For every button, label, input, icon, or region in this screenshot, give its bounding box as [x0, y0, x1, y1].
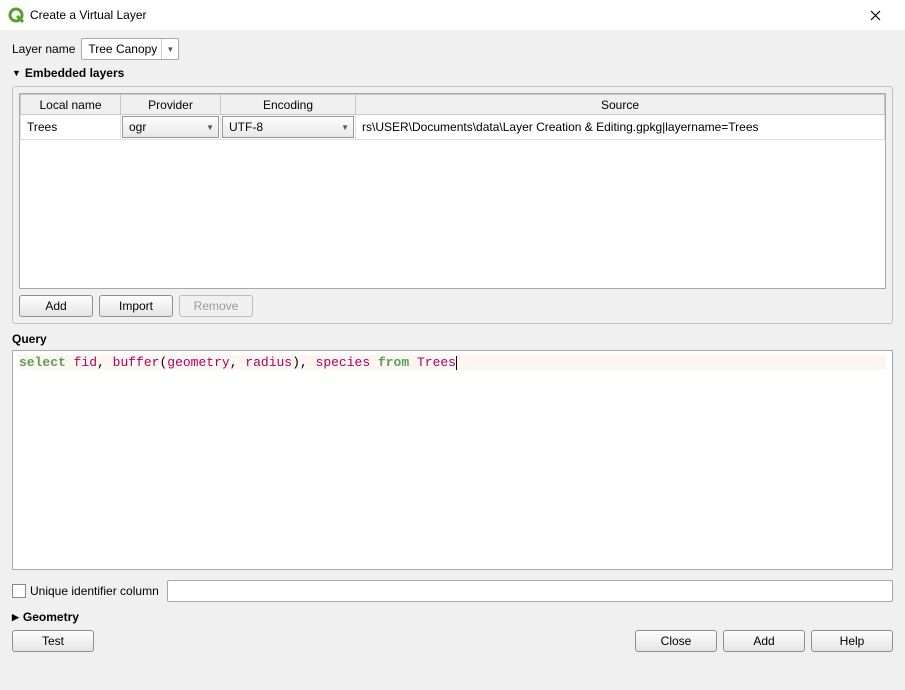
- table-header-row: Local name Provider Encoding Source: [21, 95, 885, 115]
- query-line: select fid, buffer(geometry, radius), sp…: [19, 355, 886, 370]
- query-label: Query: [12, 332, 893, 346]
- title-bar: Create a Virtual Layer: [0, 0, 905, 30]
- close-icon: [870, 10, 881, 21]
- query-editor[interactable]: select fid, buffer(geometry, radius), sp…: [12, 350, 893, 570]
- uid-label: Unique identifier column: [30, 584, 159, 598]
- test-button[interactable]: Test: [12, 630, 94, 652]
- embedded-layers-table-wrap: Local name Provider Encoding Source Tree…: [19, 93, 886, 289]
- col-local-name[interactable]: Local name: [21, 95, 121, 115]
- cell-encoding-combo[interactable]: UTF-8 ▼: [222, 116, 354, 138]
- uid-checkbox[interactable]: [12, 584, 26, 598]
- embedded-layers-header[interactable]: ▼ Embedded layers: [12, 66, 893, 80]
- dialog-buttons: Test Close Add Help: [12, 630, 893, 652]
- help-button[interactable]: Help: [811, 630, 893, 652]
- cell-provider-combo[interactable]: ogr ▼: [122, 116, 219, 138]
- geometry-header[interactable]: ▶ Geometry: [12, 610, 893, 624]
- layer-name-value: Tree Canopy: [88, 42, 157, 56]
- geometry-title: Geometry: [23, 610, 79, 624]
- col-source[interactable]: Source: [356, 95, 885, 115]
- cell-source[interactable]: rs\USER\Documents\data\Layer Creation & …: [356, 118, 884, 136]
- uid-row: Unique identifier column: [12, 580, 893, 602]
- remove-button: Remove: [179, 295, 253, 317]
- dialog-content: Layer name Tree Canopy ▼ ▼ Embedded laye…: [0, 30, 905, 664]
- cell-local-name[interactable]: Trees: [21, 118, 120, 136]
- embedded-layers-table: Local name Provider Encoding Source Tree…: [20, 94, 885, 140]
- col-provider[interactable]: Provider: [121, 95, 221, 115]
- triangle-down-icon: ▼: [12, 68, 21, 78]
- layer-name-combo[interactable]: Tree Canopy ▼: [81, 38, 179, 60]
- window-title: Create a Virtual Layer: [30, 8, 853, 22]
- chevron-down-icon: ▼: [161, 39, 174, 59]
- table-row[interactable]: Trees ogr ▼ UTF-8 ▼ rs\USER\Documents\data…: [21, 115, 885, 140]
- close-button[interactable]: [853, 0, 897, 30]
- uid-input[interactable]: [167, 580, 893, 602]
- qgis-icon: [8, 7, 24, 23]
- embedded-layers-group: Local name Provider Encoding Source Tree…: [12, 86, 893, 324]
- layer-name-row: Layer name Tree Canopy ▼: [12, 38, 893, 60]
- embedded-buttons: Add Import Remove: [19, 295, 886, 317]
- cell-encoding-value: UTF-8: [229, 120, 263, 134]
- cell-provider-value: ogr: [129, 120, 146, 134]
- import-button[interactable]: Import: [99, 295, 173, 317]
- triangle-right-icon: ▶: [12, 612, 19, 623]
- chevron-down-icon: ▼: [341, 123, 349, 132]
- add-button[interactable]: Add: [723, 630, 805, 652]
- chevron-down-icon: ▼: [206, 123, 214, 132]
- close-dialog-button[interactable]: Close: [635, 630, 717, 652]
- col-encoding[interactable]: Encoding: [221, 95, 356, 115]
- embedded-layers-title: Embedded layers: [25, 66, 124, 80]
- add-layer-button[interactable]: Add: [19, 295, 93, 317]
- layer-name-label: Layer name: [12, 42, 75, 56]
